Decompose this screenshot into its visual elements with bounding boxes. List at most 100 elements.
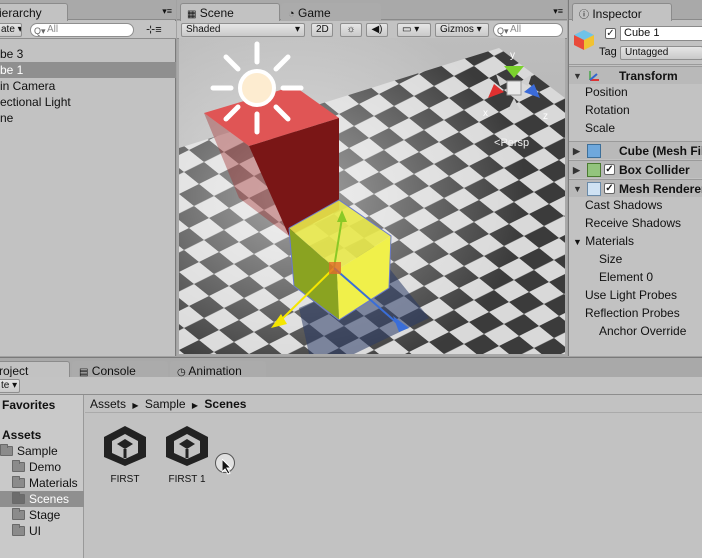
mesh-renderer-icon xyxy=(587,182,601,196)
hierarchy-tabstrip: ierarchy ▾≡ xyxy=(0,0,176,21)
prop-rotation: Rotation xyxy=(569,101,702,119)
favorites-label: Favorites xyxy=(2,398,56,412)
receive-shadows-label: Receive Shadows xyxy=(585,216,682,230)
prop-reflection-probes: Reflection Probes xyxy=(569,304,702,322)
folder-icon xyxy=(12,460,25,472)
tab-scene[interactable]: ▦ Scene xyxy=(180,3,280,21)
filter-icon[interactable]: ⊹≡ xyxy=(146,23,162,36)
effects-dropdown[interactable]: ▭ ▾ xyxy=(397,23,431,37)
hierarchy-toolbar: ate ▾ Q▾ All ⊹≡ xyxy=(0,21,176,39)
scene-toolbar: Shaded ▾ 2D ☼ ◀) ▭ ▾ Gizmos ▾ Q▾ All xyxy=(177,21,567,39)
tree-item-label: Demo xyxy=(29,460,62,474)
tab-hierarchy-label: ierarchy xyxy=(0,6,42,20)
object-name-field[interactable]: Cube 1 xyxy=(620,26,702,41)
foldout-open-icon: ▼ xyxy=(573,237,582,247)
tab-game[interactable]: ◔ Game xyxy=(281,3,381,21)
materials-label: Materials xyxy=(585,234,634,248)
tree-item-sample[interactable]: Sample xyxy=(0,443,84,459)
scene-file-label: FIRST 1 xyxy=(168,474,206,485)
tree-item-scenes[interactable]: Scenes xyxy=(0,491,84,507)
foldout-open-icon: ▼ xyxy=(573,71,582,81)
hierarchy-item-label: ectional Light xyxy=(0,95,71,109)
create-dropdown[interactable]: te ▾ xyxy=(0,379,20,393)
project-folder-tree: Favorites Assets Sample Demo Materials S… xyxy=(0,395,84,558)
component-transform[interactable]: ▼ Transform xyxy=(569,66,702,84)
create-dropdown[interactable]: ate ▾ xyxy=(0,23,22,37)
scene-panel: ▦ Scene ◔ Game ▾≡ Shaded ▾ 2D ☼ ◀) ▭ ▾ Gi… xyxy=(177,0,567,356)
element0-label: Element 0 xyxy=(599,270,654,284)
scene-file-first[interactable]: FIRST xyxy=(95,425,155,485)
anchor-override-label: Anchor Override xyxy=(599,324,687,338)
tab-hierarchy[interactable]: ierarchy xyxy=(0,3,68,21)
foldout-closed-icon: ▶ xyxy=(573,165,580,175)
cube-object-icon xyxy=(574,30,594,50)
shading-mode-dropdown[interactable]: Shaded ▾ xyxy=(181,23,305,37)
gizmos-dropdown[interactable]: Gizmos ▾ xyxy=(435,23,489,37)
audio-toggle[interactable]: ◀) xyxy=(366,23,388,37)
create-label: te xyxy=(1,380,10,391)
mesh-renderer-title: Mesh Renderer xyxy=(619,182,702,196)
hierarchy-item-cube1[interactable]: be 1 xyxy=(0,62,176,78)
folder-icon xyxy=(0,444,13,456)
lighting-toggle[interactable]: ☼ xyxy=(340,23,362,37)
breadcrumb-assets[interactable]: Assets xyxy=(90,397,126,411)
inspector-tabstrip: ⓘ Inspector xyxy=(569,0,702,21)
unity-scene-icon xyxy=(104,426,146,466)
tree-item-materials[interactable]: Materials xyxy=(12,475,84,491)
folder-icon xyxy=(12,476,25,488)
breadcrumb-separator-icon: ▶ xyxy=(191,401,199,410)
assets-header[interactable]: Assets xyxy=(2,427,41,443)
speaker-icon: ◀) xyxy=(371,24,383,35)
hierarchy-item-label: be 1 xyxy=(0,63,24,77)
component-mesh-renderer[interactable]: ▼ ✓ Mesh Renderer xyxy=(569,179,702,197)
object-name-value: Cube 1 xyxy=(624,27,660,39)
component-mesh-filter[interactable]: ▶ Cube (Mesh Fil xyxy=(569,141,702,159)
mouse-cursor-icon xyxy=(222,459,233,475)
game-icon: ◔ xyxy=(288,8,295,20)
panel-menu-icon[interactable]: ▾≡ xyxy=(162,6,172,17)
prop-cast-shadows: Cast Shadows xyxy=(569,196,702,214)
hierarchy-item-label: ne xyxy=(0,111,14,125)
breadcrumb-scenes[interactable]: Scenes xyxy=(204,397,246,411)
tree-item-demo[interactable]: Demo xyxy=(12,459,84,475)
tab-game-label: Game xyxy=(298,6,331,20)
search-placeholder: All xyxy=(47,24,59,35)
tree-item-stage[interactable]: Stage xyxy=(12,507,84,523)
tree-item-label: Materials xyxy=(29,476,78,490)
prop-anchor-override: Anchor Override xyxy=(569,322,702,340)
inspector-panel: ⓘ Inspector ✓ Cube 1 Tag Untagged ▼ Tran… xyxy=(568,0,702,356)
component-box-collider[interactable]: ▶ ✓ Box Collider xyxy=(569,160,702,178)
tree-item-ui[interactable]: UI xyxy=(12,523,84,539)
folder-icon xyxy=(12,524,25,536)
scene-file-first-1[interactable]: FIRST 1 xyxy=(157,425,217,485)
tab-inspector[interactable]: ⓘ Inspector xyxy=(572,3,672,21)
hierarchy-search-input[interactable]: Q▾ All xyxy=(30,23,134,37)
tree-item-label: Scenes xyxy=(29,492,70,506)
mesh-filter-title: Cube (Mesh Fil xyxy=(619,144,702,158)
panel-menu-icon[interactable]: ▾≡ xyxy=(553,6,563,17)
box-collider-checkbox[interactable]: ✓ xyxy=(604,164,615,175)
prop-materials[interactable]: ▼ Materials xyxy=(569,232,702,250)
box-collider-title: Box Collider xyxy=(619,163,690,177)
cast-shadows-label: Cast Shadows xyxy=(585,198,663,212)
active-checkbox[interactable]: ✓ xyxy=(605,28,616,39)
scene-search-input[interactable]: Q▾ All xyxy=(493,23,563,37)
scene-viewport[interactable]: y x z <Persp xyxy=(179,38,565,354)
hierarchy-item-directional-light[interactable]: ectional Light xyxy=(0,94,176,110)
hierarchy-item-main-camera[interactable]: in Camera xyxy=(0,78,176,94)
hierarchy-item-cube3[interactable]: be 3 xyxy=(0,46,176,62)
hierarchy-item-plane[interactable]: ne xyxy=(0,110,176,126)
hierarchy-item-label: be 3 xyxy=(0,47,24,61)
perspective-label[interactable]: <Persp xyxy=(494,137,529,149)
project-panel: roject ▤ Console ◷ Animation te ▾ Favori… xyxy=(0,357,702,558)
gizmo-x-label: x xyxy=(483,108,488,119)
2d-toggle[interactable]: 2D xyxy=(311,23,333,37)
mesh-renderer-checkbox[interactable]: ✓ xyxy=(604,183,615,194)
favorites-header[interactable]: Favorites xyxy=(2,397,55,413)
shading-label: Shaded xyxy=(186,24,221,35)
tag-dropdown[interactable]: Untagged xyxy=(620,46,702,60)
2d-label: 2D xyxy=(316,24,329,35)
position-label: Position xyxy=(585,85,628,99)
hierarchy-panel: ierarchy ▾≡ ate ▾ Q▾ All ⊹≡ be 3 be 1 in … xyxy=(0,0,176,356)
breadcrumb-sample[interactable]: Sample xyxy=(145,397,186,411)
